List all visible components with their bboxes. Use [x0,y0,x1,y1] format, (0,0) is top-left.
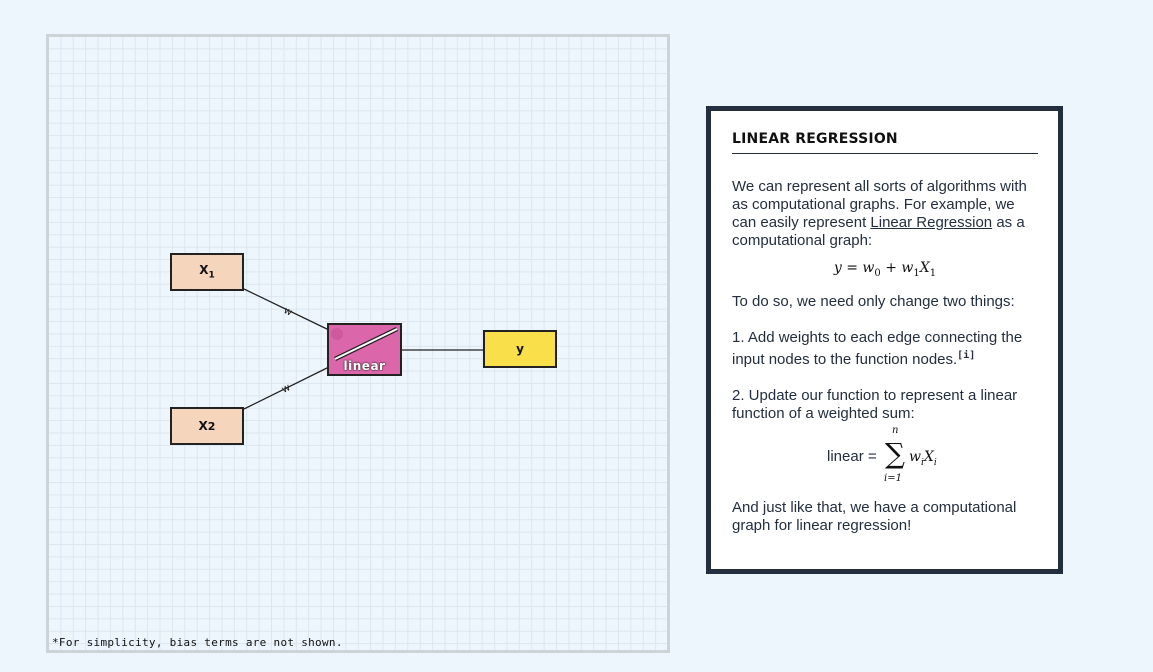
edge-label-w-top: w [282,305,294,318]
panel-paragraph-5: And just like that, we have a computatio… [732,498,1017,534]
panel-paragraph-2: To do so, we need only change two things… [732,292,1015,310]
equation-weighted-sum: linear = n ∑ i=1 wiXi [827,424,937,484]
node-x2-label: X2 [198,419,216,433]
panel-paragraph-4: 2. Update our function to represent a li… [732,386,1018,422]
node-y-label: y [516,342,524,356]
node-x2[interactable]: X2 [170,407,244,445]
explanation-panel: LINEAR REGRESSION We can represent all s… [706,106,1063,574]
linear-regression-link[interactable]: Linear Regression [870,214,992,231]
footnote: *For simplicity, bias terms are not show… [52,636,343,649]
footnote-ref[interactable]: [i] [957,350,975,361]
sigma-icon: ∑ [885,436,905,470]
panel-paragraph-3: 1. Add weights to each edge connecting t… [732,328,1023,368]
node-x1[interactable]: X1 [170,253,244,291]
node-linear[interactable]: linear [327,323,402,376]
graph-canvas[interactable]: w w X1 X2 linear y *For simplicity, bias… [46,34,670,653]
panel-title: LINEAR REGRESSION [732,131,1038,154]
equation-linear: y = w0 + w1X1 [833,260,937,279]
node-x1-label: X1 [199,263,215,281]
panel-paragraph-1: We can represent all sorts of algorithms… [732,178,1027,249]
node-y[interactable]: y [483,330,557,368]
edge-label-w-bottom: w [280,382,292,395]
node-linear-label: linear [343,359,386,373]
